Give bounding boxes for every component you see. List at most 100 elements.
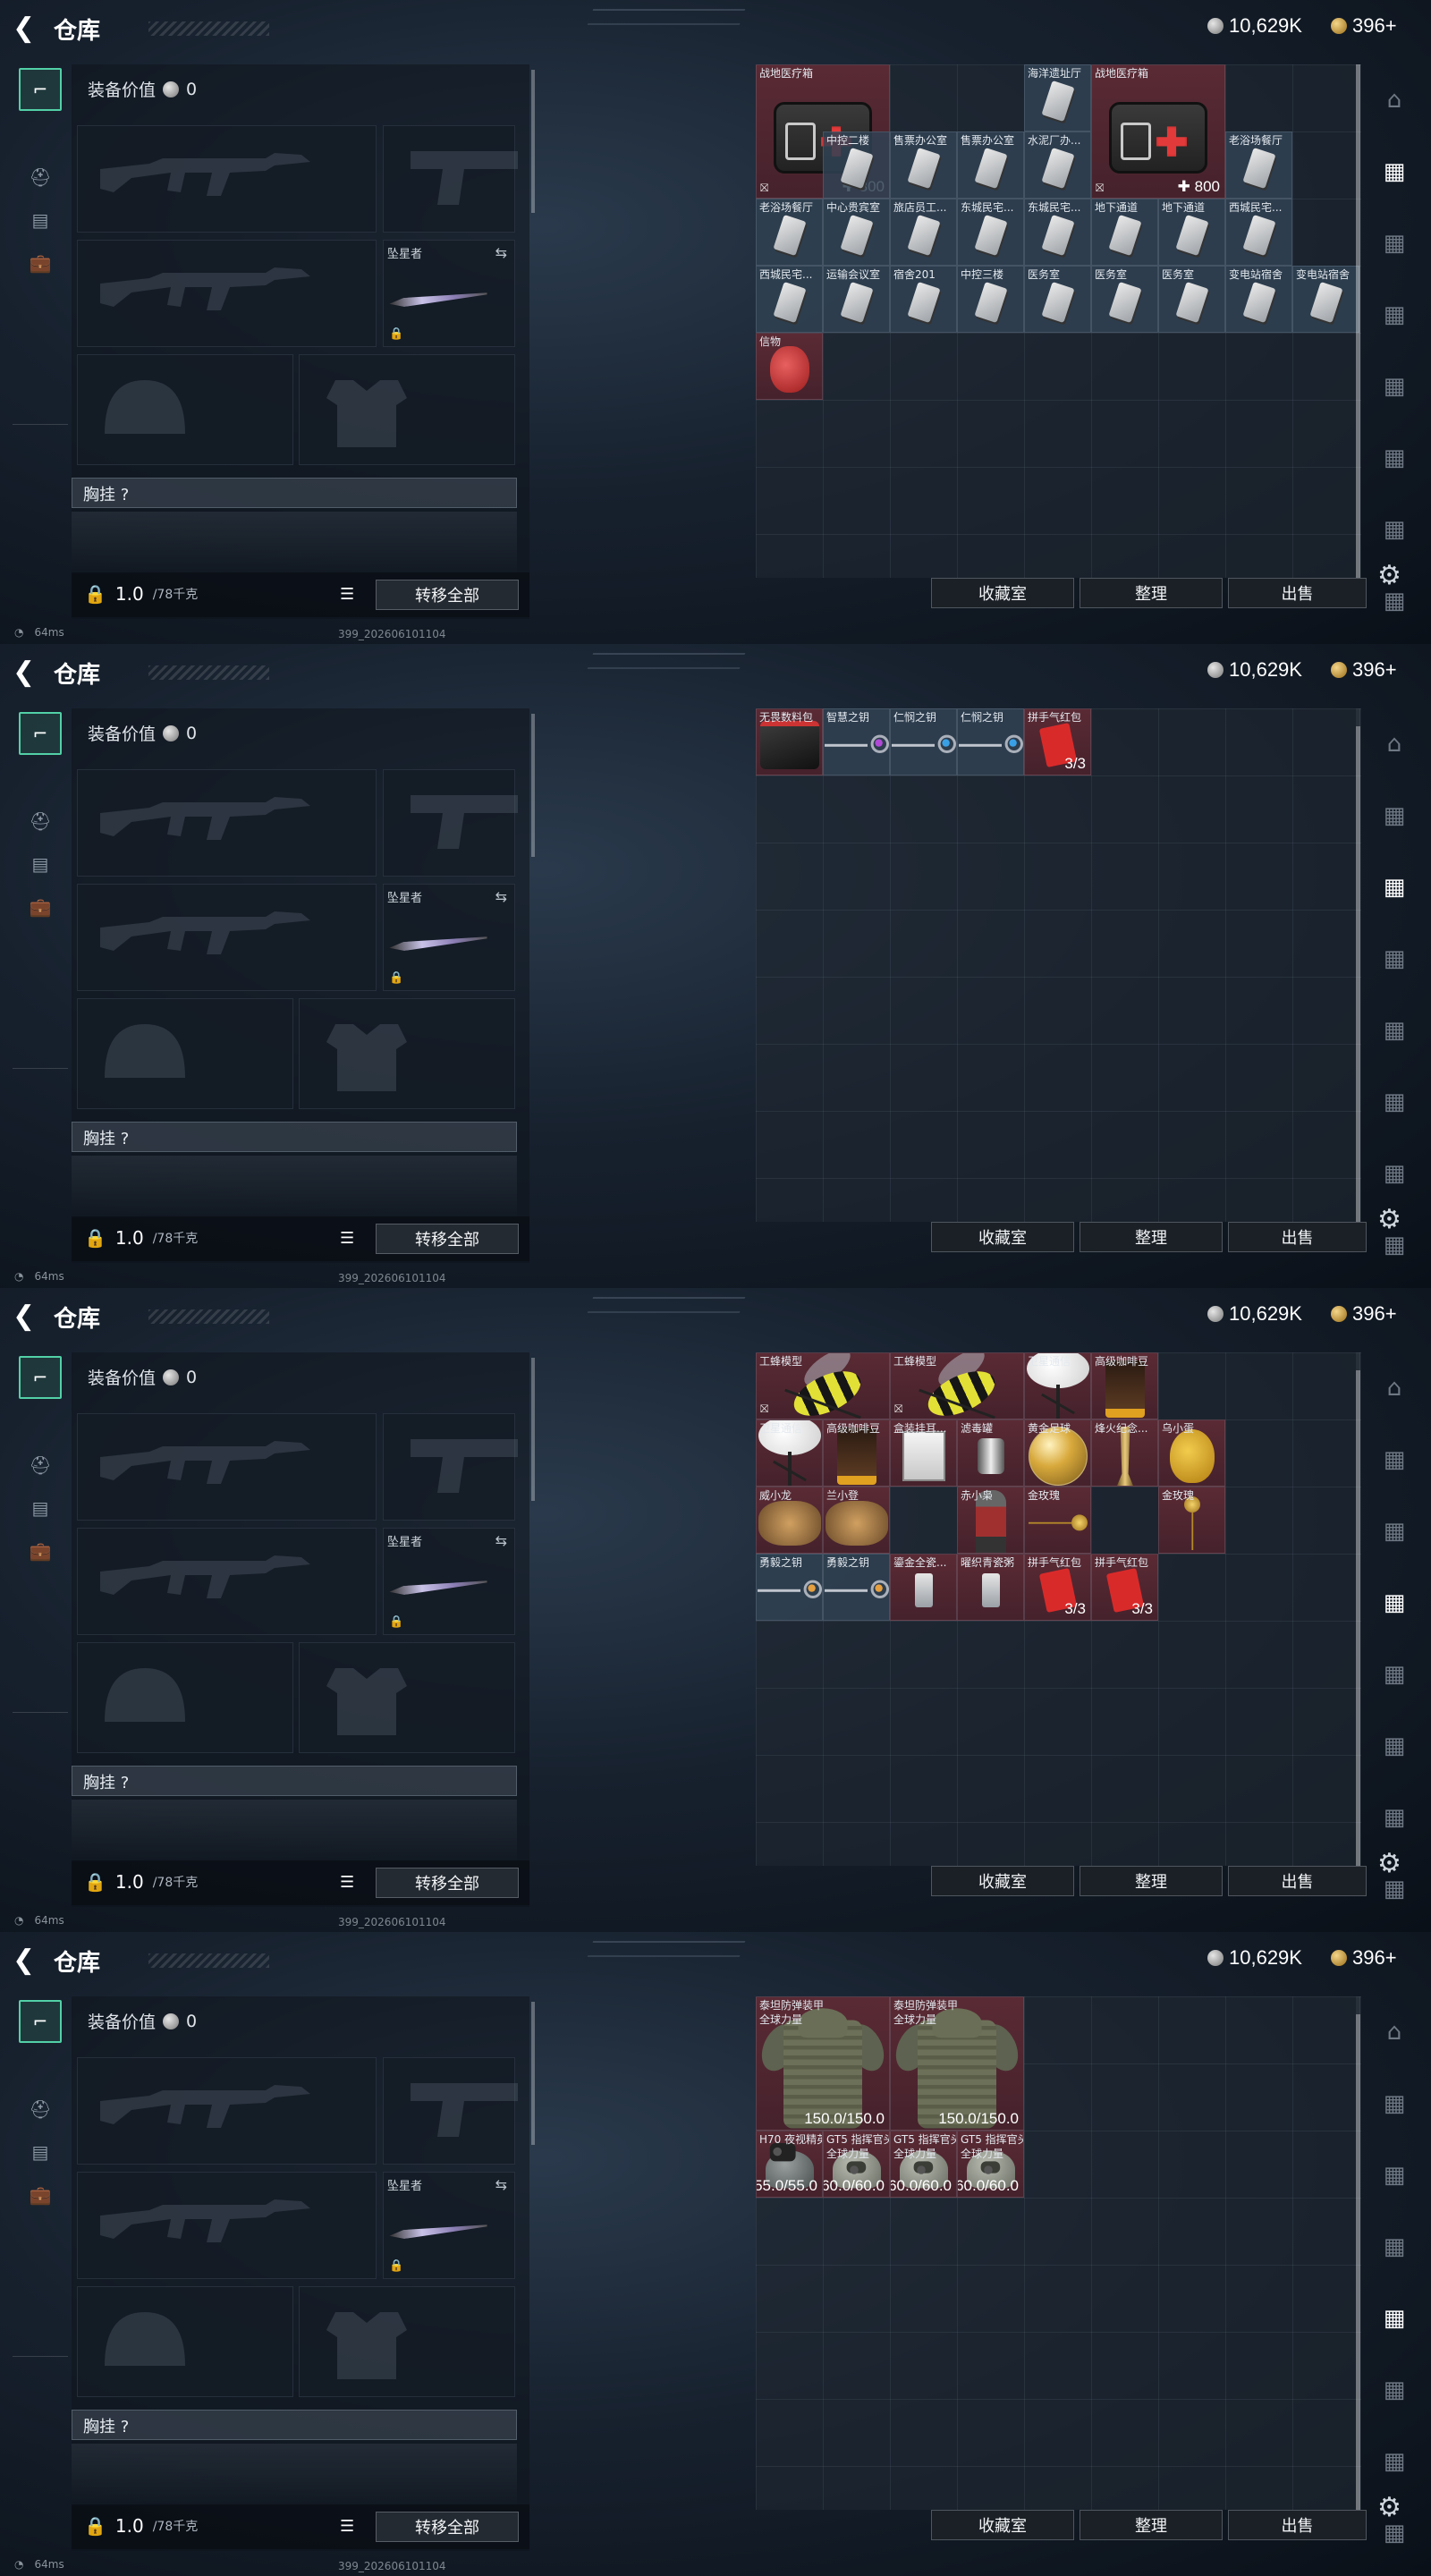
stash-tab-6[interactable]: ▦: [1371, 1794, 1418, 1841]
organize-button[interactable]: 整理: [1080, 1222, 1223, 1252]
stash-item[interactable]: 乌小蛋: [1158, 1419, 1225, 1487]
stash-tab-6[interactable]: ▦: [1371, 506, 1418, 553]
stash-grid[interactable]: 泰坦防弹装甲 全球力量 150.0/150.0 泰坦防弹装甲 全球力量 150.0/150…: [756, 1996, 1361, 2510]
primary-weapon-slot[interactable]: [77, 125, 377, 233]
stash-item[interactable]: 泰坦防弹装甲 全球力量 150.0/150.0: [890, 1996, 1024, 2131]
secondary-weapon-slot[interactable]: [77, 240, 377, 347]
settings-gear-icon[interactable]: ⚙: [1377, 560, 1401, 591]
chest-rig-header[interactable]: 胸挂 ?: [72, 1122, 517, 1152]
stash-grid[interactable]: 工蜂模型 ⛝ 工蜂模型 ⛝ 卫星通信 高级咖啡豆 卫星通信 高级咖啡豆 盒装挂耳... 滤毒罐 黄金…: [756, 1352, 1361, 1866]
stash-item[interactable]: 地下通道: [1091, 199, 1158, 266]
equipment-scrollbar[interactable]: [531, 714, 535, 857]
settings-gear-icon[interactable]: ⚙: [1377, 1204, 1401, 1235]
secondary-weapon-slot[interactable]: [77, 2172, 377, 2279]
stash-tab-4[interactable]: ▦: [1371, 363, 1418, 410]
stash-tab-6[interactable]: ▦: [1371, 2438, 1418, 2485]
stash-item[interactable]: 滤毒罐: [957, 1419, 1024, 1487]
stash-item[interactable]: 无畏数料包: [756, 708, 823, 775]
stash-item[interactable]: 拼手气红包 3/3: [1024, 1554, 1091, 1621]
stash-item[interactable]: 高级咖啡豆: [823, 1419, 890, 1487]
safehouse-tab[interactable]: ⌂: [1371, 2009, 1418, 2055]
gold-currency[interactable]: 396+: [1331, 14, 1397, 38]
stash-scrollbar[interactable]: [1356, 1370, 1360, 1866]
armor-slot[interactable]: [299, 998, 515, 1109]
stash-item[interactable]: 烽火纪念...: [1091, 1419, 1158, 1487]
stash-item[interactable]: 战地医疗箱 ✚ 800 ⛝: [1091, 64, 1225, 199]
rifle-nav-button[interactable]: ⌐: [19, 68, 62, 111]
stash-item[interactable]: GT5 指挥官头盔全球力量 60.0/60.0: [823, 2131, 890, 2198]
stash-tab-5[interactable]: ▦: [1371, 435, 1418, 481]
stash-item[interactable]: 高级咖啡豆: [1091, 1352, 1158, 1419]
stash-item[interactable]: 工蜂模型 ⛝: [756, 1352, 890, 1419]
helmet-slot[interactable]: [77, 1642, 293, 1753]
vest-nav-button[interactable]: ▤: [19, 843, 62, 886]
stash-tab-4[interactable]: ▦: [1371, 1007, 1418, 1054]
stash-item[interactable]: 售票办公室: [890, 131, 957, 199]
stash-item[interactable]: 威小龙: [756, 1487, 823, 1554]
list-icon[interactable]: ☰: [340, 1873, 354, 1892]
back-arrow-icon[interactable]: ❮: [13, 1945, 35, 1976]
melee-slot[interactable]: 坠星者 ⇆ 🔒: [383, 1528, 515, 1635]
helmet-slot[interactable]: [77, 998, 293, 1109]
stash-tab-1[interactable]: ▦: [1371, 148, 1418, 195]
stash-tab-3[interactable]: ▦: [1371, 2224, 1418, 2270]
organize-button[interactable]: 整理: [1080, 1866, 1223, 1896]
primary-weapon-slot[interactable]: [77, 769, 377, 877]
stash-item[interactable]: 变电站宿舍: [1292, 266, 1359, 333]
briefcase-nav-button[interactable]: 💼: [19, 886, 62, 928]
stash-item[interactable]: 地下通道: [1158, 199, 1225, 266]
stash-scrollbar[interactable]: [1356, 726, 1360, 1222]
pistol-slot[interactable]: [383, 2057, 518, 2165]
equipment-scrollbar[interactable]: [531, 1358, 535, 1501]
stash-item[interactable]: 中控三楼: [957, 266, 1024, 333]
stash-item[interactable]: 勇毅之钥: [823, 1554, 890, 1621]
stash-item[interactable]: GT5 指挥官头盔全球力量 60.0/60.0: [890, 2131, 957, 2198]
safehouse-tab[interactable]: ⌂: [1371, 721, 1418, 767]
back-arrow-icon[interactable]: ❮: [13, 657, 35, 688]
stash-item[interactable]: 旅店员工...: [890, 199, 957, 266]
settings-gear-icon[interactable]: ⚙: [1377, 2492, 1401, 2523]
rifle-nav-button[interactable]: ⌐: [19, 2000, 62, 2043]
stash-item[interactable]: 老浴场餐厅: [1225, 131, 1292, 199]
stash-item[interactable]: 中心贵宾室: [823, 199, 890, 266]
stash-tab-3[interactable]: ▦: [1371, 292, 1418, 338]
stash-item[interactable]: 东城民宅...: [957, 199, 1024, 266]
helmet-slot[interactable]: [77, 354, 293, 465]
stash-item[interactable]: 售票办公室: [957, 131, 1024, 199]
list-icon[interactable]: ☰: [340, 2517, 354, 2536]
safehouse-tab[interactable]: ⌂: [1371, 77, 1418, 123]
vest-nav-button[interactable]: ▤: [19, 1487, 62, 1530]
stash-item[interactable]: H70 夜视精英头盔 55.0/55.0: [756, 2131, 823, 2198]
stash-item[interactable]: 鎏金全瓷...: [890, 1554, 957, 1621]
collection-room-button[interactable]: 收藏室: [931, 578, 1074, 608]
stash-item[interactable]: 曜织青瓷粥: [957, 1554, 1024, 1621]
stash-tab-2[interactable]: ▦: [1371, 1508, 1418, 1555]
stash-tab-2[interactable]: ▦: [1371, 2152, 1418, 2199]
stash-tab-1[interactable]: ▦: [1371, 1436, 1418, 1483]
pistol-slot[interactable]: [383, 1413, 518, 1521]
collection-room-button[interactable]: 收藏室: [931, 1222, 1074, 1252]
stash-item[interactable]: 变电站宿舍: [1225, 266, 1292, 333]
chest-rig-slot[interactable]: [72, 2444, 517, 2506]
equipment-scrollbar[interactable]: [531, 70, 535, 213]
stash-scrollbar[interactable]: [1356, 64, 1360, 578]
gold-currency[interactable]: 396+: [1331, 658, 1397, 682]
gold-currency[interactable]: 396+: [1331, 1302, 1397, 1326]
list-icon[interactable]: ☰: [340, 1229, 354, 1248]
stash-item[interactable]: GT5 指挥官头盔全球力量 60.0/60.0: [957, 2131, 1024, 2198]
stash-item[interactable]: 仁悯之钥: [890, 708, 957, 775]
stash-tab-2[interactable]: ▦: [1371, 220, 1418, 267]
stash-item[interactable]: 水泥厂办...: [1024, 131, 1091, 199]
stash-item[interactable]: 东城民宅...: [1024, 199, 1091, 266]
stash-item[interactable]: 泰坦防弹装甲 全球力量 150.0/150.0: [756, 1996, 890, 2131]
stash-grid[interactable]: 战地医疗箱✚ 8001/1⛝海洋遗址厅中控二楼售票办公室售票办公室水泥厂办...…: [756, 64, 1361, 578]
stash-item[interactable]: 仁悯之钥: [957, 708, 1024, 775]
sell-button[interactable]: 出售: [1228, 578, 1367, 608]
stash-tab-2[interactable]: ▦: [1371, 864, 1418, 911]
stash-item[interactable]: 医务室: [1024, 266, 1091, 333]
swap-icon[interactable]: ⇆: [495, 1532, 507, 1549]
swap-icon[interactable]: ⇆: [495, 2176, 507, 2193]
stash-item[interactable]: 医务室: [1091, 266, 1158, 333]
chest-rig-header[interactable]: 胸挂 ?: [72, 1766, 517, 1796]
stash-item[interactable]: 勇毅之钥: [756, 1554, 823, 1621]
